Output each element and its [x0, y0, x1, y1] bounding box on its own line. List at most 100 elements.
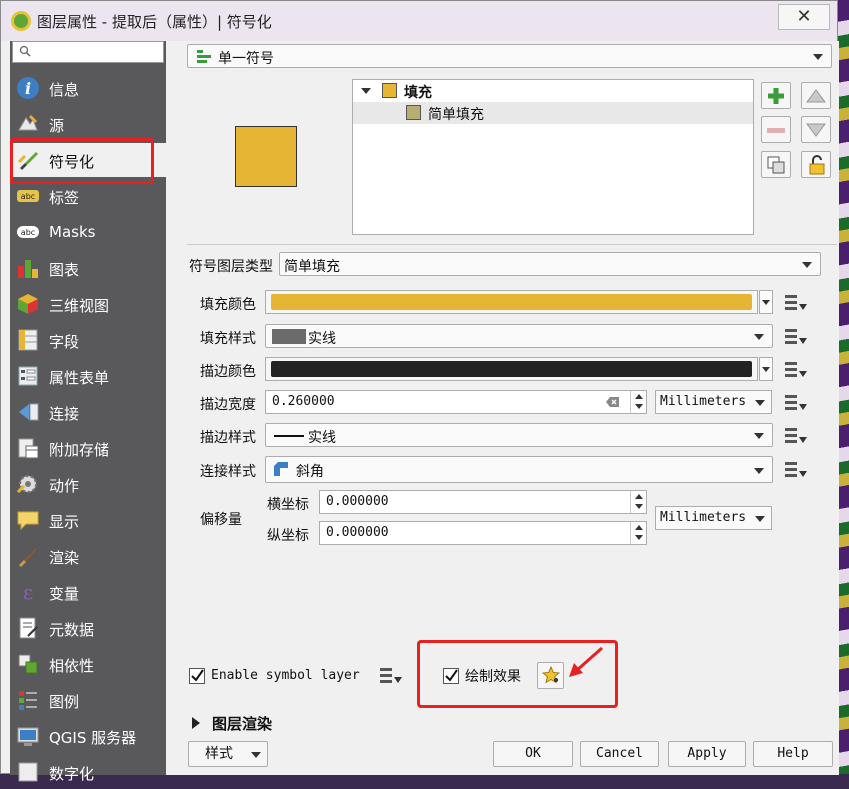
fill-color-button[interactable] [265, 290, 758, 314]
sidebar-item-labels[interactable]: abc 标签 [10, 179, 166, 213]
style-menu-button[interactable]: 样式 [188, 741, 268, 767]
move-up-button[interactable] [801, 82, 831, 109]
plus-icon [768, 88, 784, 104]
data-defined-override-icon[interactable] [783, 392, 809, 414]
sidebar-item-joins[interactable]: 连接 [10, 395, 166, 429]
sidebar-item-qgis-server[interactable]: QGIS 服务器 [10, 719, 166, 753]
layer-rendering-section[interactable]: 图层渲染 [212, 713, 272, 734]
data-defined-override-icon[interactable] [783, 425, 809, 447]
offset-label: 偏移量 [200, 512, 242, 528]
join-style-select[interactable]: 斜角 [265, 456, 773, 483]
sidebar-item-label: 变量 [49, 585, 80, 603]
tree-item-fill[interactable]: 填充 [353, 80, 753, 102]
sidebar-item-attributes-form[interactable]: 属性表单 [10, 359, 166, 393]
stroke-color-dropdown[interactable] [759, 357, 773, 381]
ok-button[interactable]: OK [493, 741, 573, 767]
data-defined-override-icon[interactable] [783, 292, 809, 314]
chevron-down-icon [754, 433, 764, 439]
offset-y-label: 纵坐标 [267, 528, 309, 544]
style-menu-label: 样式 [205, 746, 233, 762]
tree-item-simple-fill[interactable]: 简单填充 [353, 102, 753, 124]
chevron-down-icon [754, 468, 764, 474]
display-bubble-icon [17, 511, 39, 531]
sidebar-item-legend[interactable]: 图例 [10, 683, 166, 717]
symbol-preview [235, 126, 297, 187]
expand-triangle-icon[interactable] [191, 717, 201, 729]
stroke-width-value: 0.260000 [272, 394, 335, 409]
renderer-type-select[interactable]: 单一符号 [187, 44, 832, 68]
sidebar-item-display[interactable]: 显示 [10, 503, 166, 537]
cancel-button[interactable]: Cancel [580, 741, 659, 767]
symbol-layer-type-select[interactable]: 简单填充 [279, 252, 821, 276]
sidebar-item-source[interactable]: 源 [10, 107, 166, 141]
sidebar-item-label: 显示 [49, 513, 80, 531]
data-defined-override-icon[interactable] [783, 459, 809, 481]
single-symbol-icon [197, 50, 211, 63]
fill-color-label: 填充颜色 [200, 297, 256, 313]
sidebar-item-variables[interactable]: ε 变量 [10, 575, 166, 609]
data-defined-override-icon[interactable] [378, 665, 404, 687]
remove-symbol-layer-button[interactable] [761, 116, 791, 143]
sidebar-item-actions[interactable]: 动作 [10, 467, 166, 501]
enable-symbol-layer-label: Enable symbol layer [211, 668, 360, 683]
fill-swatch [382, 83, 397, 98]
help-button[interactable]: Help [753, 741, 833, 767]
sidebar-item-diagrams[interactable]: 图表 [10, 251, 166, 285]
offset-unit-select[interactable]: Millimeters [655, 506, 772, 530]
cube-3d-icon [18, 294, 38, 314]
join-style-label: 连接样式 [200, 464, 256, 480]
offset-y-input[interactable]: 0.000000 [319, 521, 647, 545]
stroke-style-value: 实线 [308, 430, 336, 446]
spinbox-arrows[interactable] [630, 491, 646, 513]
symbology-panel: 单一符号 填充 简单填充 符号图层类型 简单填充 填充颜色 填充样式 实线 描边… [166, 41, 839, 775]
fill-color-dropdown[interactable] [759, 290, 773, 314]
sidebar-item-dependencies[interactable]: 相依性 [10, 647, 166, 681]
enable-symbol-layer-checkbox[interactable] [189, 668, 205, 684]
svg-text:ε: ε [23, 580, 33, 604]
sidebar-item-3d-view[interactable]: 三维视图 [10, 287, 166, 321]
sidebar-item-metadata[interactable]: 元数据 [10, 611, 166, 645]
stroke-color-button[interactable] [265, 357, 758, 381]
sidebar-item-label: 图表 [49, 261, 80, 279]
apply-button[interactable]: Apply [668, 741, 746, 767]
sidebar-item-rendering[interactable]: 渲染 [10, 539, 166, 573]
layer-type-label: 符号图层类型 [189, 259, 273, 275]
sidebar-item-label: 连接 [49, 405, 80, 423]
sidebar-item-label: 字段 [49, 333, 80, 351]
clear-icon[interactable] [606, 396, 620, 408]
sidebar-item-auxiliary-storage[interactable]: 附加存储 [10, 431, 166, 465]
search-input[interactable] [12, 41, 164, 63]
sidebar-item-digitizing[interactable]: 数字化 [10, 755, 166, 789]
expand-triangle-icon[interactable] [361, 88, 371, 95]
stroke-width-input[interactable]: 0.260000 [265, 390, 647, 414]
sidebar-item-label: 源 [49, 117, 65, 135]
stroke-style-select[interactable]: 实线 [265, 423, 773, 447]
move-down-button[interactable] [801, 116, 831, 143]
stroke-color-swatch [271, 361, 752, 377]
sidebar-item-masks[interactable]: abc Masks [10, 215, 166, 249]
sidebar-item-label: 三维视图 [49, 297, 110, 315]
data-defined-override-icon[interactable] [783, 326, 809, 348]
chevron-down-icon [813, 54, 823, 60]
offset-x-value: 0.000000 [326, 494, 389, 509]
sidebar-item-info[interactable]: i 信息 [10, 71, 166, 105]
sidebar-item-label: 标签 [49, 189, 80, 207]
data-defined-override-icon[interactable] [783, 359, 809, 381]
source-icon [18, 114, 38, 131]
solid-line-swatch [274, 435, 304, 437]
fill-style-select[interactable]: 实线 [265, 324, 773, 348]
add-symbol-layer-button[interactable] [761, 82, 791, 109]
stroke-width-unit-select[interactable]: Millimeters [655, 390, 772, 414]
spinbox-arrows[interactable] [630, 522, 646, 544]
offset-x-input[interactable]: 0.000000 [319, 490, 647, 514]
symbology-highlight-annotation [10, 138, 154, 184]
close-button[interactable]: ✕ [778, 4, 830, 30]
simple-fill-swatch [406, 105, 421, 120]
divider [187, 244, 837, 245]
sidebar-item-label: QGIS 服务器 [49, 729, 137, 747]
spinbox-arrows[interactable] [630, 391, 646, 413]
symbol-layer-tree[interactable]: 填充 简单填充 [352, 79, 754, 235]
duplicate-layer-button[interactable] [761, 151, 791, 178]
lock-color-button[interactable] [801, 151, 831, 178]
sidebar-item-fields[interactable]: 字段 [10, 323, 166, 357]
